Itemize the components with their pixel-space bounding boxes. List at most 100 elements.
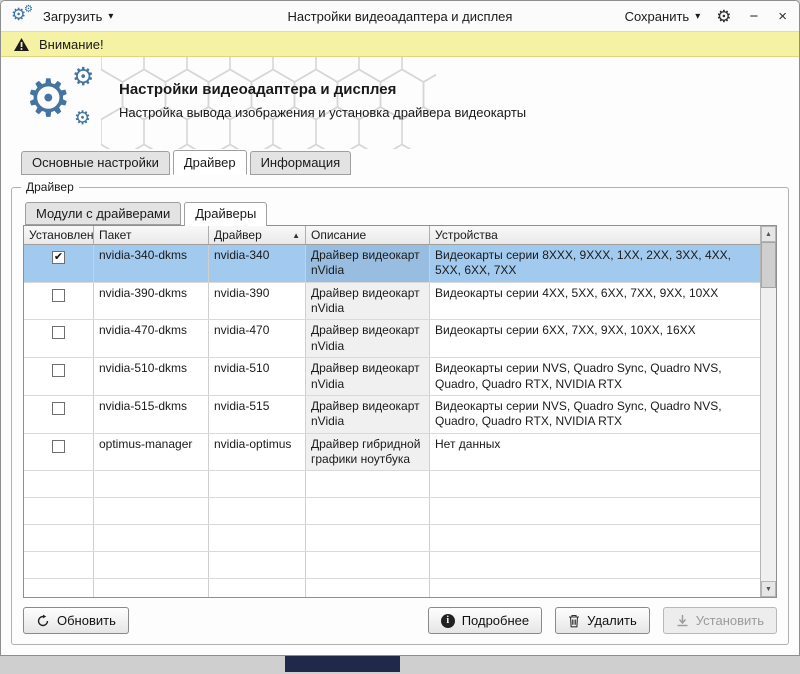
driver-cell[interactable]: nvidia-340 (209, 245, 306, 282)
description-cell[interactable]: Драйвер видеокарт nVidia (306, 358, 430, 395)
installed-checkbox-cell[interactable] (24, 283, 94, 320)
empty-row (24, 498, 760, 525)
empty-cell (94, 579, 209, 597)
checkbox-unchecked[interactable] (52, 364, 65, 377)
checkbox-checked[interactable]: ✔ (52, 251, 65, 264)
install-button[interactable]: Установить (663, 607, 777, 634)
driver-table-body: ✔nvidia-340-dkmsnvidia-340Драйвер видеок… (24, 245, 760, 597)
package-cell[interactable]: nvidia-390-dkms (94, 283, 209, 320)
empty-cell (94, 471, 209, 497)
column-header-devices[interactable]: Устройства (430, 226, 760, 244)
page-subtitle: Настройка вывода изображения и установка… (119, 105, 526, 120)
driver-row-nvidia-340-dkms[interactable]: ✔ nvidia-340-dkmsnvidia-340Драйвер видеок… (24, 245, 760, 283)
driver-cell[interactable]: nvidia-515 (209, 396, 306, 433)
trash-icon (568, 614, 580, 628)
installed-checkbox-cell[interactable]: ✔ (24, 245, 94, 282)
tab-basic-settings[interactable]: Основные настройки (21, 151, 170, 175)
driver-cell[interactable]: nvidia-optimus (209, 434, 306, 471)
empty-cell (306, 579, 430, 597)
tab-driver[interactable]: Драйвер (173, 150, 247, 175)
description-cell[interactable]: Драйвер видеокарт nVidia (306, 320, 430, 357)
app-gears-icon: ⚙ ⚙ (11, 5, 35, 27)
subtab-driver-modules[interactable]: Модули с драйверами (25, 202, 181, 225)
empty-cell (24, 471, 94, 497)
column-header-description[interactable]: Описание (306, 226, 430, 244)
gear-icon: ⚙ (25, 73, 72, 125)
checkbox-unchecked[interactable] (52, 326, 65, 339)
action-bar: Обновить i Подробнее Удалить Установить (23, 607, 777, 634)
install-icon (676, 614, 689, 627)
package-cell[interactable]: optimus-manager (94, 434, 209, 471)
driver-cell[interactable]: nvidia-470 (209, 320, 306, 357)
scrollbar-track[interactable] (761, 242, 776, 581)
package-cell[interactable]: nvidia-515-dkms (94, 396, 209, 433)
installed-checkbox-cell[interactable] (24, 320, 94, 357)
description-cell[interactable]: Драйвер гибридной графики ноутбука (306, 434, 430, 471)
chevron-down-icon: ▾ (108, 11, 113, 22)
empty-cell (430, 579, 760, 597)
empty-row (24, 471, 760, 498)
window-title: Настройки видеоадаптера и дисплея (206, 9, 594, 24)
package-cell[interactable]: nvidia-340-dkms (94, 245, 209, 282)
empty-cell (24, 552, 94, 578)
installed-checkbox-cell[interactable] (24, 396, 94, 433)
empty-cell (209, 525, 306, 551)
driver-row-nvidia-390-dkms[interactable]: nvidia-390-dkmsnvidia-390Драйвер видеока… (24, 283, 760, 321)
scroll-down-button[interactable]: ▼ (761, 581, 776, 597)
driver-row-nvidia-470-dkms[interactable]: nvidia-470-dkmsnvidia-470Драйвер видеока… (24, 320, 760, 358)
installed-checkbox-cell[interactable] (24, 358, 94, 395)
devices-cell[interactable]: Видеокарты серии 4XX, 5XX, 6XX, 7XX, 9XX… (430, 283, 760, 320)
description-cell[interactable]: Драйвер видеокарт nVidia (306, 396, 430, 433)
driver-table: Установлен Пакет Драйвер ▲ Описание Устр… (23, 225, 777, 598)
details-button[interactable]: i Подробнее (428, 607, 542, 634)
gear-icon: ⚙ (72, 65, 94, 90)
driver-table-header: Установлен Пакет Драйвер ▲ Описание Устр… (24, 226, 760, 245)
tab-information[interactable]: Информация (250, 151, 352, 175)
load-menu-button[interactable]: Загрузить ▾ (43, 9, 113, 24)
column-header-package[interactable]: Пакет (94, 226, 209, 244)
devices-cell[interactable]: Нет данных (430, 434, 760, 471)
empty-row (24, 552, 760, 579)
devices-cell[interactable]: Видеокарты серии 6XX, 7XX, 9XX, 10XX, 16… (430, 320, 760, 357)
scroll-up-button[interactable]: ▲ (761, 226, 776, 242)
empty-cell (209, 552, 306, 578)
app-logo-gears-icon: ⚙ ⚙ ⚙ (25, 63, 113, 143)
warning-icon (13, 37, 30, 52)
install-button-label: Установить (696, 613, 764, 628)
description-cell[interactable]: Драйвер видеокарт nVidia (306, 245, 430, 282)
column-header-driver[interactable]: Драйвер ▲ (209, 226, 306, 244)
devices-cell[interactable]: Видеокарты серии NVS, Quadro Sync, Quadr… (430, 358, 760, 395)
installed-checkbox-cell[interactable] (24, 434, 94, 471)
minimize-button[interactable]: − (747, 9, 760, 24)
refresh-button[interactable]: Обновить (23, 607, 129, 634)
close-button[interactable]: × (776, 9, 789, 24)
settings-gear-icon[interactable]: ⚙ (716, 8, 731, 25)
vertical-scrollbar[interactable]: ▲ ▼ (760, 226, 776, 597)
devices-cell[interactable]: Видеокарты серии 8XXX, 9XXX, 1XX, 2XX, 3… (430, 245, 760, 282)
page-header: ⚙ ⚙ ⚙ Настройки видеоадаптера и дисплея … (1, 57, 799, 149)
checkbox-unchecked[interactable] (52, 402, 65, 415)
sort-ascending-icon: ▲ (292, 231, 300, 240)
save-menu-button[interactable]: Сохранить ▾ (625, 9, 701, 24)
package-cell[interactable]: nvidia-470-dkms (94, 320, 209, 357)
checkbox-unchecked[interactable] (52, 289, 65, 302)
package-cell[interactable]: nvidia-510-dkms (94, 358, 209, 395)
driver-row-optimus-manager[interactable]: optimus-managernvidia-optimusДрайвер гиб… (24, 434, 760, 472)
description-cell[interactable]: Драйвер видеокарт nVidia (306, 283, 430, 320)
subtab-drivers[interactable]: Драйверы (184, 202, 267, 226)
empty-row (24, 525, 760, 552)
main-tabbar: Основные настройки Драйвер Информация (1, 149, 799, 175)
driver-cell[interactable]: nvidia-390 (209, 283, 306, 320)
checkbox-unchecked[interactable] (52, 440, 65, 453)
column-header-installed[interactable]: Установлен (24, 226, 94, 244)
empty-cell (94, 498, 209, 524)
delete-button[interactable]: Удалить (555, 607, 650, 634)
driver-cell[interactable]: nvidia-510 (209, 358, 306, 395)
driver-row-nvidia-515-dkms[interactable]: nvidia-515-dkmsnvidia-515Драйвер видеока… (24, 396, 760, 434)
scrollbar-thumb[interactable] (761, 242, 776, 288)
devices-cell[interactable]: Видеокарты серии NVS, Quadro Sync, Quadr… (430, 396, 760, 433)
driver-row-nvidia-510-dkms[interactable]: nvidia-510-dkmsnvidia-510Драйвер видеока… (24, 358, 760, 396)
empty-cell (430, 552, 760, 578)
titlebar: ⚙ ⚙ Загрузить ▾ Настройки видеоадаптера … (1, 1, 799, 31)
warning-text: Внимание! (39, 37, 104, 52)
